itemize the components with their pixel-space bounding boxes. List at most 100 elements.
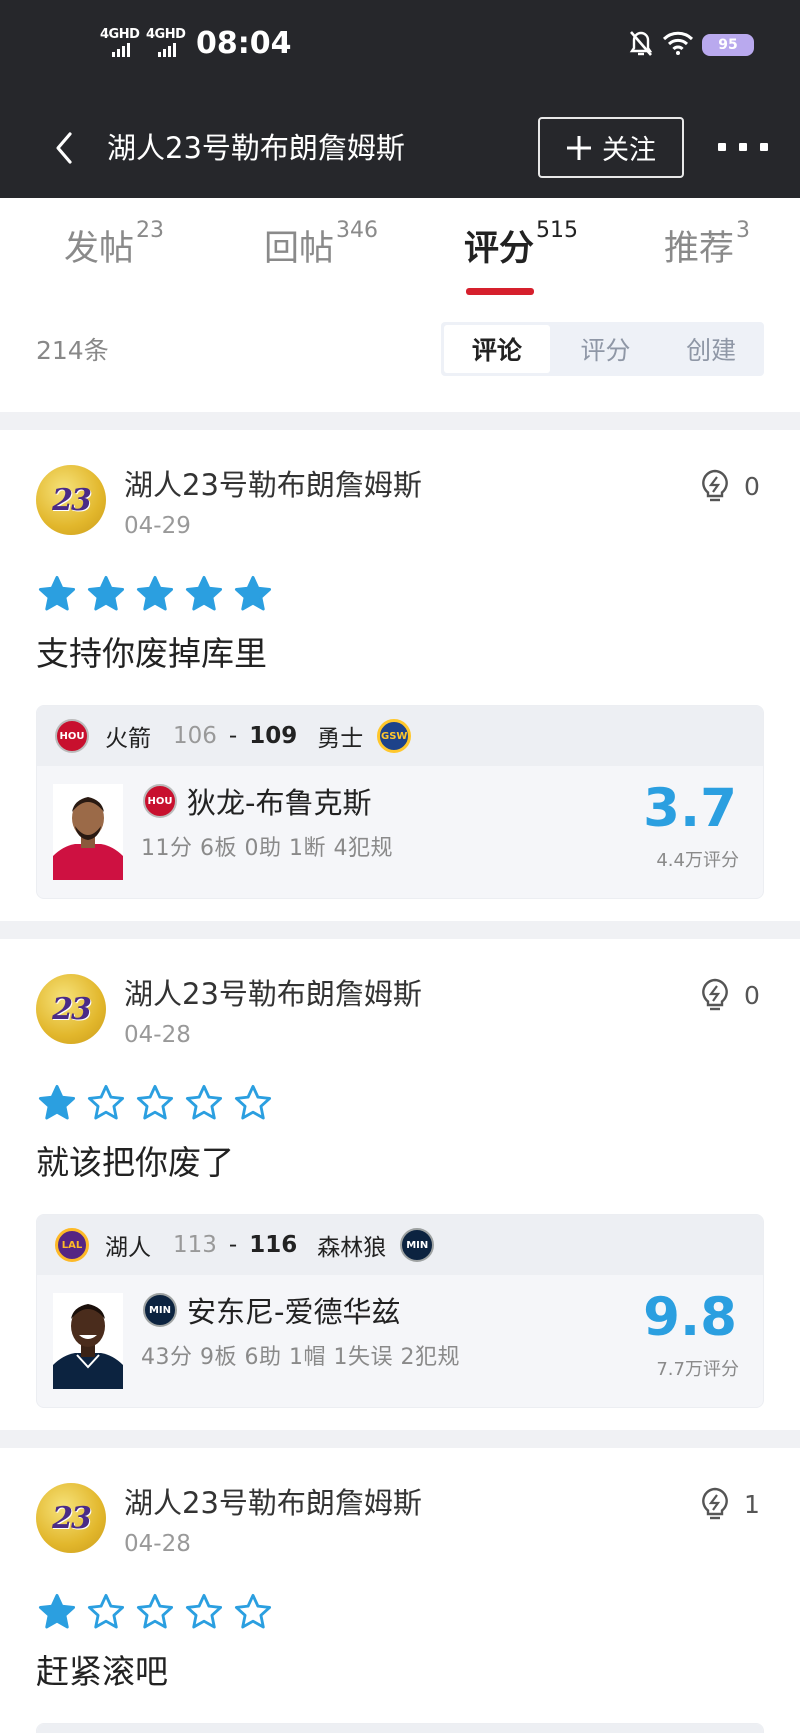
match-row[interactable] bbox=[37, 1724, 763, 1733]
player-name: 狄龙-布鲁克斯 bbox=[187, 786, 372, 820]
player-photo bbox=[53, 1293, 123, 1389]
star-rating bbox=[38, 575, 272, 613]
star-empty-icon bbox=[87, 1084, 125, 1120]
author-name[interactable]: 湖人23号勒布朗詹姆斯 bbox=[124, 465, 422, 505]
follow-label: 关注 bbox=[602, 135, 656, 166]
match-row[interactable]: HOU 火箭 106 - 109 勇士 GSW bbox=[37, 706, 763, 766]
star-rating bbox=[38, 1084, 272, 1122]
star-empty-icon bbox=[185, 1084, 223, 1120]
rating-post[interactable]: 23 湖人23号勒布朗詹姆斯 04-28 1 赶紧滚吧 bbox=[0, 1483, 800, 1733]
content-panel: 发帖23 回帖346 评分515 推荐3 214条 评论 评分 创建 23 湖人… bbox=[0, 198, 800, 1733]
avatar[interactable]: 23 bbox=[36, 1483, 106, 1553]
player-row[interactable]: MIN 安东尼-爱德华兹 43分 9板 6助 1帽 1失误 2犯规 9.8 7.… bbox=[37, 1275, 763, 1407]
segment-comments[interactable]: 评论 bbox=[444, 325, 550, 373]
like-button[interactable]: 0 bbox=[700, 469, 760, 503]
tab-bar: 发帖23 回帖346 评分515 推荐3 bbox=[0, 198, 800, 298]
team-logo: HOU bbox=[55, 719, 89, 753]
like-button[interactable]: 0 bbox=[700, 978, 760, 1012]
star-filled-icon bbox=[87, 575, 125, 611]
player-rating-card[interactable]: LAL 湖人 113 - 116 森林狼 MIN MIN 安东尼-爱德华兹 43… bbox=[36, 1214, 764, 1408]
sort-segmented-control: 评论 评分 创建 bbox=[441, 322, 764, 376]
team-logo: MIN bbox=[400, 1228, 435, 1262]
like-button[interactable]: 1 bbox=[700, 1487, 760, 1521]
signal-2: 4GHD bbox=[146, 27, 186, 57]
vote-count: 4.4万评分 bbox=[656, 850, 739, 871]
follow-button[interactable]: 关注 bbox=[538, 117, 684, 178]
player-team-logo: HOU bbox=[143, 784, 177, 818]
post-date: 04-29 bbox=[124, 513, 191, 539]
post-text: 就该把你废了 bbox=[36, 1143, 234, 1182]
star-filled-icon bbox=[136, 575, 174, 611]
star-filled-icon bbox=[38, 1084, 76, 1120]
match-row[interactable]: LAL 湖人 113 - 116 森林狼 MIN bbox=[37, 1215, 763, 1275]
back-arrow-icon[interactable] bbox=[46, 128, 86, 168]
signal-bars-icon bbox=[112, 43, 130, 57]
tab-recommend[interactable]: 推荐3 bbox=[664, 218, 750, 271]
player-name: 安东尼-爱德华兹 bbox=[187, 1295, 401, 1329]
like-count: 0 bbox=[744, 980, 760, 1010]
player-score: 9.8 bbox=[643, 1287, 737, 1348]
signal-bars-icon bbox=[158, 43, 176, 57]
star-empty-icon bbox=[185, 1593, 223, 1629]
tab-replies[interactable]: 回帖346 bbox=[264, 218, 378, 271]
like-count: 1 bbox=[744, 1489, 760, 1519]
mute-bell-icon bbox=[629, 31, 653, 56]
author-name[interactable]: 湖人23号勒布朗詹姆斯 bbox=[124, 974, 422, 1014]
section-divider bbox=[0, 412, 800, 430]
like-count: 0 bbox=[744, 471, 760, 501]
star-empty-icon bbox=[136, 1084, 174, 1120]
team-score: 116 bbox=[249, 1232, 298, 1258]
lightbulb-icon bbox=[702, 1487, 728, 1520]
page-title: 湖人23号勒布朗詹姆斯 bbox=[107, 131, 405, 165]
team-score: 109 bbox=[249, 723, 298, 749]
star-empty-icon bbox=[234, 1084, 272, 1120]
player-photo bbox=[53, 784, 123, 880]
avatar[interactable]: 23 bbox=[36, 465, 106, 535]
wifi-icon bbox=[662, 31, 694, 55]
network-label-1: 4GHD bbox=[100, 27, 140, 42]
star-empty-icon bbox=[136, 1593, 174, 1629]
status-bar: 4GHD 4GHD 08:04 95 bbox=[0, 0, 800, 88]
team-score: 106 bbox=[173, 723, 217, 749]
player-rating-card[interactable] bbox=[36, 1723, 764, 1733]
team-logo: GSW bbox=[377, 719, 412, 753]
team-name: 勇士 bbox=[317, 726, 364, 752]
star-filled-icon bbox=[185, 575, 223, 611]
lightbulb-icon bbox=[702, 469, 728, 502]
author-name[interactable]: 湖人23号勒布朗詹姆斯 bbox=[124, 1483, 422, 1523]
player-row[interactable]: HOU 狄龙-布鲁克斯 11分 6板 0助 1断 4犯规 3.7 4.4万评分 bbox=[37, 766, 763, 898]
post-text: 支持你废掉库里 bbox=[36, 634, 267, 673]
player-score: 3.7 bbox=[643, 778, 737, 839]
nav-bar: 湖人23号勒布朗詹姆斯 关注 bbox=[0, 108, 800, 188]
avatar[interactable]: 23 bbox=[36, 974, 106, 1044]
star-empty-icon bbox=[234, 1593, 272, 1629]
tab-ratings[interactable]: 评分515 bbox=[464, 218, 578, 271]
team-logo: LAL bbox=[55, 1228, 89, 1262]
post-text: 赶紧滚吧 bbox=[36, 1652, 168, 1691]
team-name: 湖人 bbox=[105, 1235, 151, 1261]
player-rating-card[interactable]: HOU 火箭 106 - 109 勇士 GSW HOU 狄龙-布鲁克斯 11分 … bbox=[36, 705, 764, 899]
team-name: 火箭 bbox=[105, 726, 151, 752]
player-stats: 11分 6板 0助 1断 4犯规 bbox=[141, 836, 393, 861]
section-divider bbox=[0, 1430, 800, 1448]
segment-created[interactable]: 创建 bbox=[658, 322, 764, 376]
player-team-logo: MIN bbox=[143, 1293, 177, 1327]
star-filled-icon bbox=[234, 575, 272, 611]
player-stats: 43分 9板 6助 1帽 1失误 2犯规 bbox=[141, 1345, 460, 1370]
post-date: 04-28 bbox=[124, 1022, 191, 1048]
score-separator: - bbox=[228, 1232, 238, 1258]
team-score: 113 bbox=[173, 1232, 217, 1258]
lightbulb-icon bbox=[702, 978, 728, 1011]
battery-icon: 95 bbox=[702, 34, 754, 56]
active-tab-indicator bbox=[466, 288, 534, 295]
tab-posts[interactable]: 发帖23 bbox=[64, 218, 164, 271]
result-count: 214条 bbox=[36, 336, 109, 365]
star-filled-icon bbox=[38, 575, 76, 611]
more-icon[interactable] bbox=[718, 132, 768, 162]
segment-ratings[interactable]: 评分 bbox=[553, 322, 659, 376]
vote-count: 7.7万评分 bbox=[656, 1359, 739, 1380]
network-label-2: 4GHD bbox=[146, 27, 186, 42]
plus-icon bbox=[567, 135, 591, 160]
clock: 08:04 bbox=[196, 26, 292, 61]
signal-1: 4GHD bbox=[100, 27, 140, 57]
